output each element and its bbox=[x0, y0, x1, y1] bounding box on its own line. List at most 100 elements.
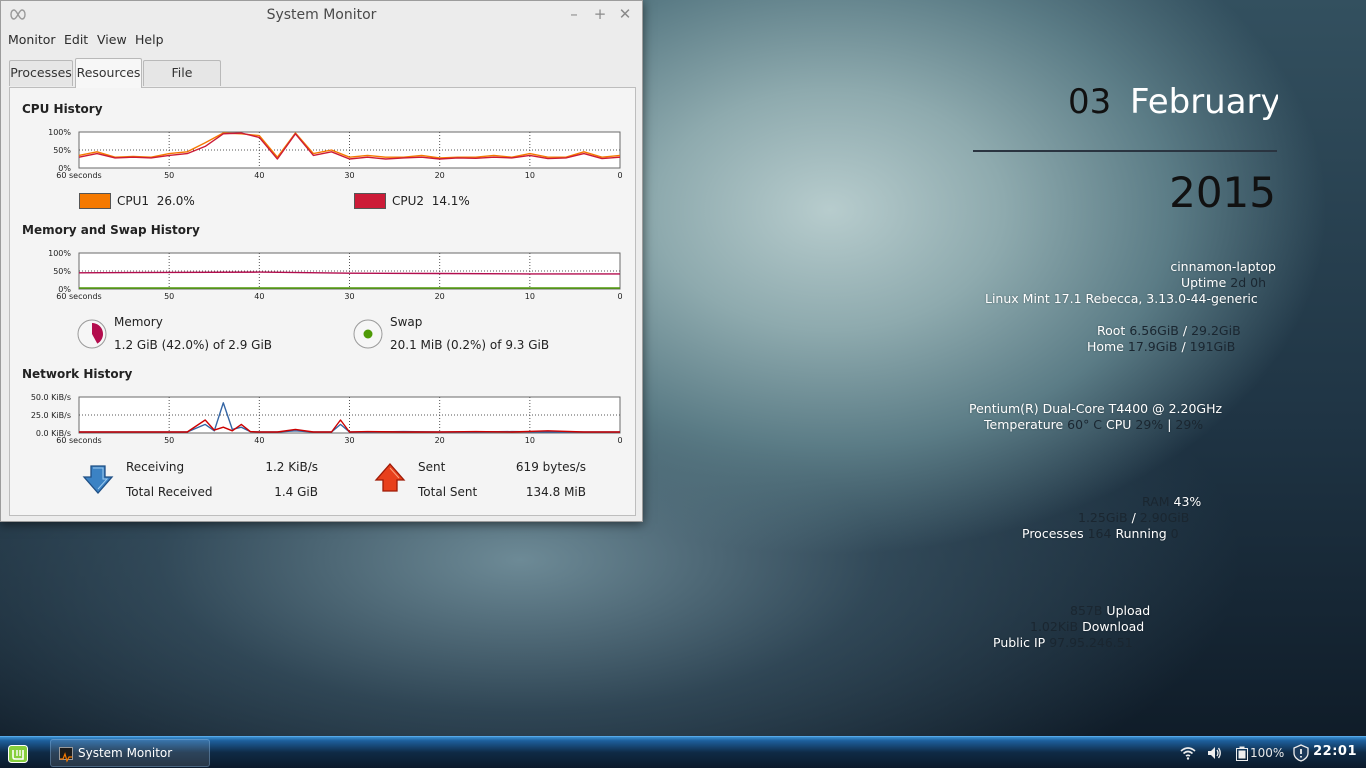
total-sent-value: 134.8 MiB bbox=[525, 485, 586, 499]
cpu2-value: 14.1% bbox=[431, 194, 470, 208]
window-title: System Monitor bbox=[266, 7, 377, 23]
root-label: Root bbox=[1097, 323, 1126, 338]
conky-home: Home 17.9GiB / 191GiB bbox=[1087, 339, 1235, 354]
cpu2-legend: CPU2 14.1% bbox=[392, 194, 470, 208]
system-monitor-window: System Monitor – + ✕ Monitor Edit View H… bbox=[0, 0, 643, 522]
ram-used: 1.25GiB bbox=[1078, 510, 1128, 525]
memory-pie-icon[interactable] bbox=[77, 319, 107, 349]
swap-pie-slice bbox=[363, 329, 373, 339]
menu-view[interactable]: View bbox=[97, 32, 127, 47]
resources-panel: 100% 50% 0% 60 seconds 50 40 30 20 10 0 100% 50% 0% 6… bbox=[9, 87, 636, 516]
title-bar[interactable]: System Monitor – + ✕ bbox=[1, 1, 642, 28]
tab-file-systems[interactable]: File Systems bbox=[143, 60, 221, 104]
total-sent-label: Total Sent bbox=[418, 485, 478, 499]
sent-arrow-icon[interactable] bbox=[374, 462, 406, 494]
clock[interactable]: 22:01 bbox=[1313, 744, 1357, 759]
network-x-tick: 60 seconds bbox=[56, 436, 101, 445]
memory-x-tick: 0 bbox=[617, 292, 622, 301]
cpu-y-tick: 100% bbox=[48, 128, 71, 137]
temperature-value: 60° C bbox=[1067, 417, 1103, 432]
conky-year: 2015 bbox=[1169, 168, 1276, 217]
cpu1-color-swatch[interactable] bbox=[79, 193, 111, 209]
battery-percent: 100% bbox=[1250, 746, 1285, 760]
maximize-button[interactable]: + bbox=[590, 4, 610, 24]
minimize-button[interactable]: – bbox=[564, 4, 584, 24]
cpu-x-tick: 10 bbox=[525, 171, 535, 180]
taskbar-task-label: System Monitor bbox=[78, 746, 173, 760]
swap-pie-icon[interactable] bbox=[353, 319, 383, 349]
conky-os: Linux Mint 17.1 Rebecca, 3.13.0-44-gener… bbox=[985, 291, 1258, 306]
conky-root: Root 6.56GiB / 29.2GiB bbox=[1097, 323, 1241, 338]
history-graphs: 100%50%0%60 seconds 50 40 30 20 10 0100%50%0%6… bbox=[31, 128, 623, 445]
conky-download: 1.02KiB Download bbox=[1030, 619, 1144, 634]
sent-value: 619 bytes/s bbox=[515, 460, 586, 474]
cpu1-legend: CPU1 26.0% bbox=[117, 194, 195, 208]
cpu-x-tick: 20 bbox=[435, 171, 445, 180]
volume-icon[interactable] bbox=[1206, 745, 1222, 761]
home-total: 191GiB bbox=[1189, 339, 1236, 354]
battery-indicator[interactable]: 100% bbox=[1236, 745, 1286, 761]
network-x-tick: 10 bbox=[525, 436, 535, 445]
memory-x-tick: 30 bbox=[344, 292, 354, 301]
cpu-x-tick: 0 bbox=[617, 171, 622, 180]
cpu1-value: 26.0% bbox=[156, 194, 195, 208]
running-value: 0 bbox=[1170, 526, 1179, 541]
cpu1-percent: 29% bbox=[1135, 417, 1164, 432]
ram-label: RAM bbox=[1142, 494, 1170, 509]
receiving-value: 1.2 KiB/s bbox=[265, 460, 318, 474]
tab-resources[interactable]: Resources bbox=[75, 58, 142, 88]
wifi-icon[interactable] bbox=[1180, 745, 1196, 761]
memory-detail: 1.2 GiB (42.0%) of 2.9 GiB bbox=[114, 338, 273, 352]
menu-bar: Monitor Edit View Help bbox=[1, 29, 642, 51]
ram-sep: / bbox=[1131, 510, 1136, 525]
cpu2-color-swatch[interactable] bbox=[354, 193, 386, 209]
upload-label: Upload bbox=[1106, 603, 1151, 618]
tab-processes[interactable]: Processes bbox=[9, 60, 73, 86]
conky-processes: Processes 164 Running 0 bbox=[1022, 526, 1179, 541]
network-x-tick: 50 bbox=[164, 436, 174, 445]
cpu-y-tick: 50% bbox=[53, 146, 71, 155]
public-ip-value: 97.95.246.51 bbox=[1049, 635, 1133, 650]
memory-x-tick: 50 bbox=[164, 292, 174, 301]
home-label: Home bbox=[1087, 339, 1124, 354]
ram-percent: 43% bbox=[1173, 494, 1202, 509]
swap-detail: 20.1 MiB (0.2%) of 9.3 GiB bbox=[390, 338, 550, 352]
receiving-arrow-icon[interactable] bbox=[82, 463, 114, 495]
memory-x-tick: 40 bbox=[254, 292, 264, 301]
total-received-label: Total Received bbox=[126, 485, 213, 499]
ram-total: 2.90GiB bbox=[1139, 510, 1190, 525]
root-total: 29.2GiB bbox=[1191, 323, 1241, 338]
menu-edit[interactable]: Edit bbox=[64, 32, 88, 47]
uptime-label: Uptime bbox=[1180, 275, 1227, 290]
mint-menu-icon[interactable] bbox=[8, 745, 28, 763]
memory-y-tick: 50% bbox=[53, 267, 71, 276]
menu-monitor[interactable]: Monitor bbox=[8, 32, 56, 47]
menu-help[interactable]: Help bbox=[135, 32, 164, 47]
conky-ram-usage: 1.25GiB / 2.90GiB bbox=[1078, 510, 1189, 525]
cpu-history-title: CPU History bbox=[22, 102, 103, 116]
cpu-separator: | bbox=[1167, 417, 1172, 432]
receiving-label: Receiving bbox=[126, 460, 185, 474]
cpu-label: CPU bbox=[1106, 417, 1132, 432]
update-manager-shield-icon[interactable] bbox=[1292, 744, 1310, 762]
memory-label: Memory bbox=[114, 315, 163, 329]
network-y-tick: 50.0 KiB/s bbox=[31, 393, 71, 402]
network-x-tick: 20 bbox=[435, 436, 445, 445]
network-y-tick: 25.0 KiB/s bbox=[31, 411, 71, 420]
network-history-title: Network History bbox=[22, 367, 133, 381]
cpu2-label: CPU2 bbox=[392, 194, 425, 208]
taskbar: System Monitor 100% 22:01 bbox=[0, 736, 1366, 768]
close-button[interactable]: ✕ bbox=[615, 4, 635, 24]
conky-hostname: cinnamon-laptop bbox=[1170, 259, 1276, 274]
root-sep: / bbox=[1182, 323, 1188, 338]
cpu-x-tick: 60 seconds bbox=[56, 171, 101, 180]
download-value: 1.02KiB bbox=[1030, 619, 1079, 634]
processes-value: 164 bbox=[1087, 526, 1112, 541]
battery-icon bbox=[1236, 746, 1248, 761]
home-used: 17.9GiB bbox=[1127, 339, 1178, 354]
download-label: Download bbox=[1082, 619, 1145, 634]
memory-x-tick: 60 seconds bbox=[56, 292, 101, 301]
home-sep: / bbox=[1181, 339, 1186, 354]
conky-divider bbox=[973, 150, 1277, 152]
taskbar-system-monitor[interactable]: System Monitor bbox=[50, 739, 210, 767]
